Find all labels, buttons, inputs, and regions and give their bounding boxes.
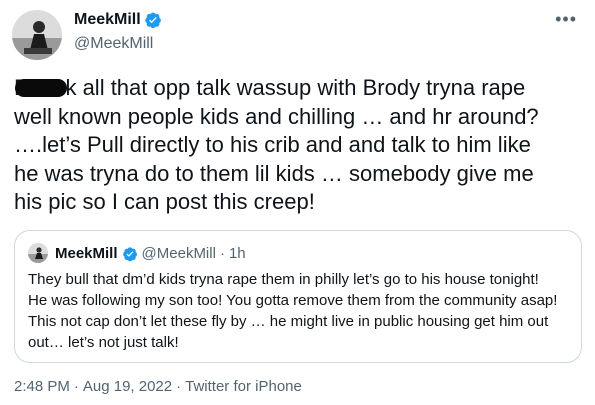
footer-separator: ·: [73, 378, 79, 395]
tweet-time[interactable]: 2:48 PM: [14, 378, 70, 395]
quoted-tweet-age: 1h: [228, 245, 246, 262]
author-avatar[interactable]: [12, 10, 62, 60]
tweet-source[interactable]: Twitter for iPhone: [185, 378, 302, 395]
verified-badge-icon: [144, 11, 162, 29]
tweet-body: k all that opp talk wassup with Brody tr…: [14, 75, 539, 214]
redaction-mark: [15, 79, 68, 97]
author-name-row[interactable]: MeekMill: [74, 10, 162, 30]
author-handle[interactable]: @MeekMill: [74, 34, 153, 54]
quoted-author-avatar: [28, 243, 48, 263]
quoted-tweet-text: They bull that dm’d kids tryna rape them…: [28, 271, 558, 351]
quoted-meta-separator: ·: [219, 245, 225, 262]
quoted-author-name: MeekMill: [55, 245, 118, 262]
quoted-author-handle: @MeekMill: [141, 245, 216, 262]
author-name[interactable]: MeekMill: [74, 10, 141, 30]
footer-separator: ·: [176, 378, 182, 395]
tweet-date[interactable]: Aug 19, 2022: [83, 378, 172, 395]
more-options-icon[interactable]: •••: [555, 10, 577, 28]
quoted-tweet-header: MeekMill @MeekMill · 1h: [55, 244, 246, 263]
verified-badge-icon: [122, 246, 138, 262]
tweet-text: Fk all that opp talk wassup with Brody t…: [14, 74, 586, 217]
tweet-footer: 2:48 PM · Aug 19, 2022 · Twitter for iPhone: [14, 377, 302, 396]
quoted-tweet-card[interactable]: MeekMill @MeekMill · 1h They bull that d…: [14, 230, 582, 363]
